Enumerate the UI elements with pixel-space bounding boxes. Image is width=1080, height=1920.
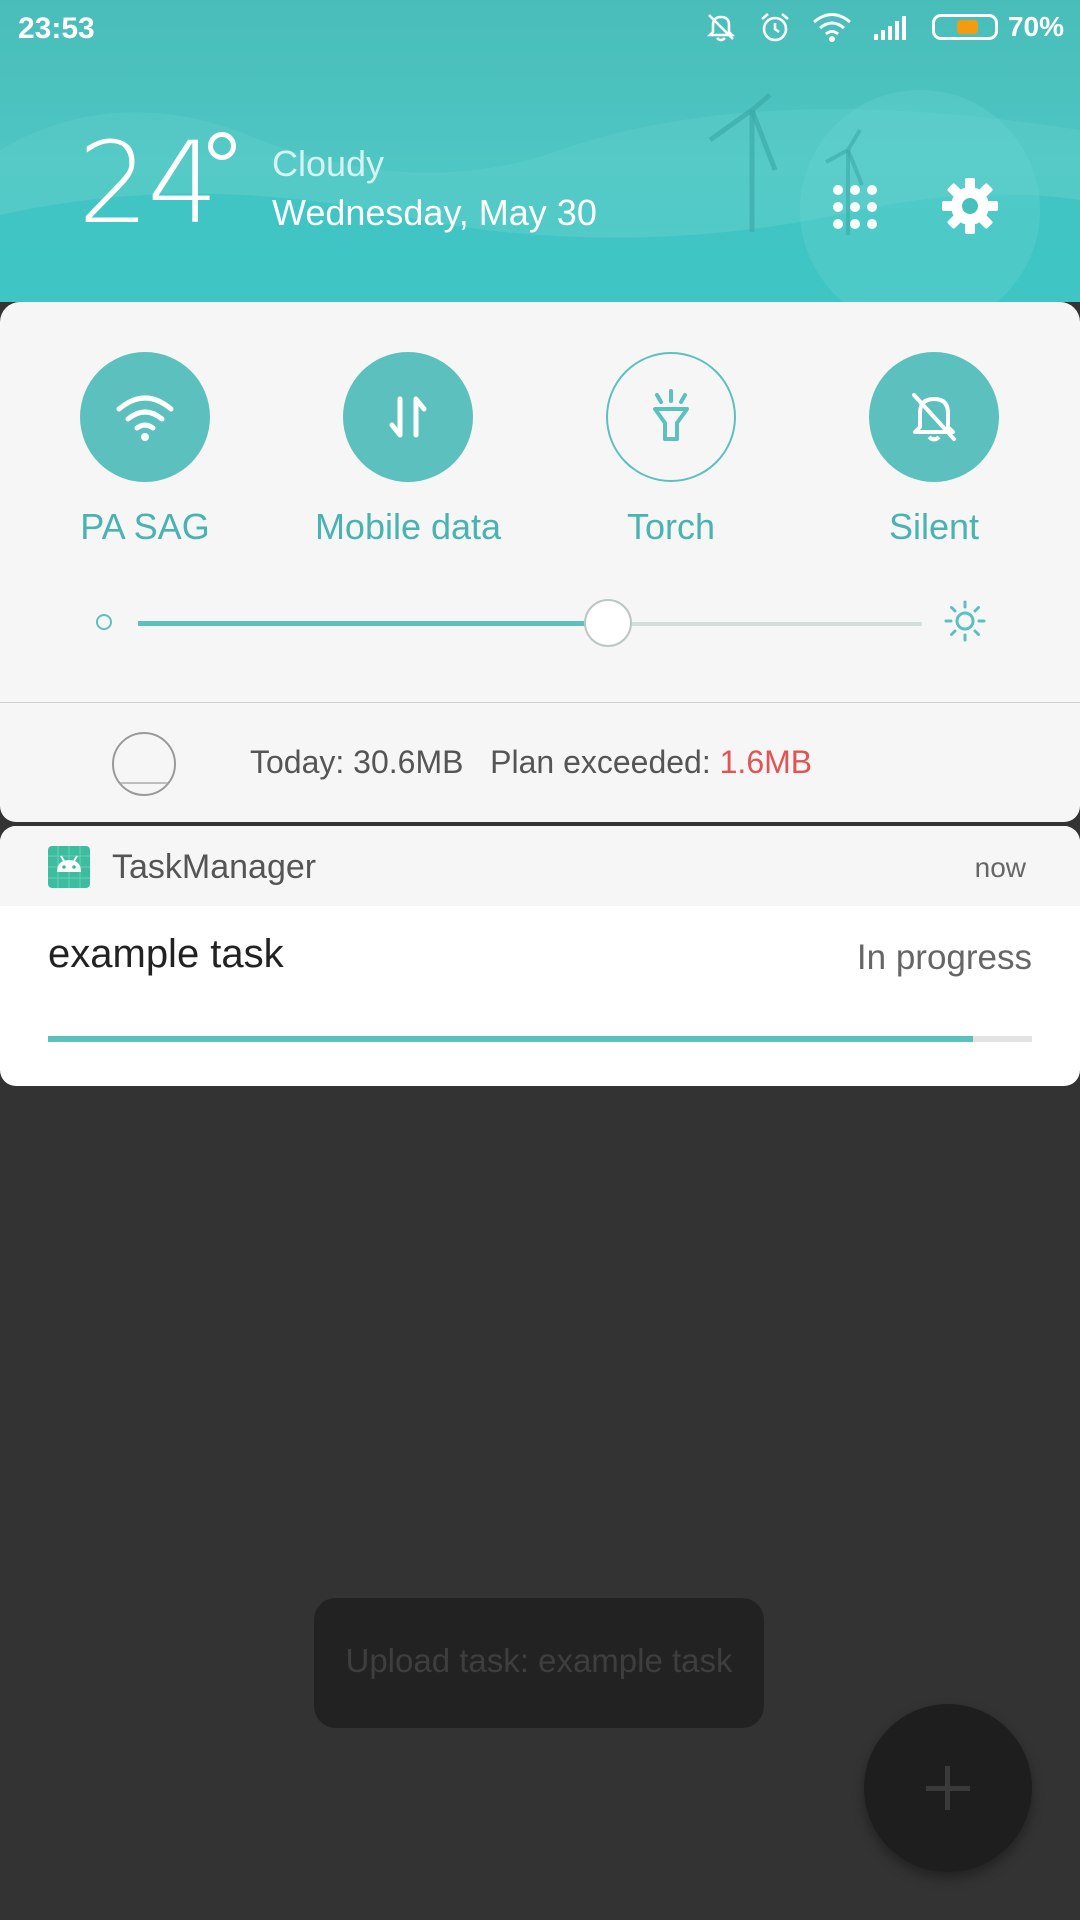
wifi-icon (116, 395, 174, 441)
android-icon (48, 846, 90, 888)
mute-icon (706, 14, 736, 42)
signal-icon (873, 16, 906, 40)
battery-level-fill (956, 20, 978, 34)
brightness-slider-fill (138, 621, 609, 626)
task-title: example task (48, 932, 284, 976)
weather-condition[interactable]: Cloudy (272, 143, 384, 185)
wifi-icon (812, 13, 851, 42)
brightness-low-icon (96, 614, 112, 630)
gear-icon[interactable] (940, 176, 1000, 236)
alarm-icon (761, 13, 789, 42)
grid-icon[interactable] (830, 182, 880, 232)
battery-percent: 70% (1007, 11, 1064, 42)
panel-divider (0, 702, 1080, 703)
temperature[interactable]: 24 (78, 128, 219, 240)
app-name: TaskManager (112, 848, 317, 886)
toast-text: Upload task: example task (345, 1642, 733, 1679)
date[interactable]: Wednesday, May 30 (272, 192, 597, 234)
status-bar: 23:53 70% (0, 0, 1080, 60)
data-transfer-icon (389, 396, 427, 438)
notification-shade-header: 23:53 70% 24 Cloudy Wednesday, May 30 (0, 0, 1080, 302)
torch-icon (653, 389, 689, 441)
wifi-toggle[interactable] (80, 352, 210, 482)
battery-icon (931, 14, 998, 40)
task-progress-fill (48, 1036, 973, 1042)
quick-settings-panel: PA SAG Mobile data Torch Silent Today: 3… (0, 302, 1080, 822)
exceeded-value: 1.6MB (719, 744, 813, 780)
brightness-slider-thumb[interactable] (584, 599, 633, 647)
battery-indicator: 70% (931, 11, 1064, 43)
mobile-data-label: Mobile data (314, 506, 502, 547)
plan-exceeded-label: Plan exceeded: (490, 744, 720, 780)
wifi-network-label: PA SAG (80, 506, 210, 547)
notification-time: now (974, 852, 1026, 883)
toast-message: Upload task: example task (314, 1598, 764, 1728)
notification-header: TaskManager now (0, 826, 1080, 906)
add-task-button[interactable] (864, 1704, 1032, 1872)
brightness-high-icon (944, 600, 986, 642)
silent-label: Silent (888, 506, 980, 547)
data-usage-gauge[interactable] (112, 732, 176, 796)
bell-off-icon (912, 393, 956, 442)
task-progress-bar (48, 1036, 1032, 1042)
data-usage-summary[interactable]: Today: 30.6MB Plan exceeded: 1.6MB (250, 744, 812, 781)
status-clock: 23:53 (18, 12, 95, 45)
task-notification[interactable]: TaskManager now example task In progress (0, 826, 1080, 1086)
task-status: In progress (856, 938, 1032, 977)
today-usage: Today: 30.6MB (250, 744, 464, 780)
silent-toggle[interactable] (869, 352, 999, 482)
degree-symbol (208, 132, 236, 160)
mobile-data-toggle[interactable] (343, 352, 473, 482)
torch-toggle[interactable] (606, 352, 736, 482)
torch-label: Torch (626, 506, 716, 547)
